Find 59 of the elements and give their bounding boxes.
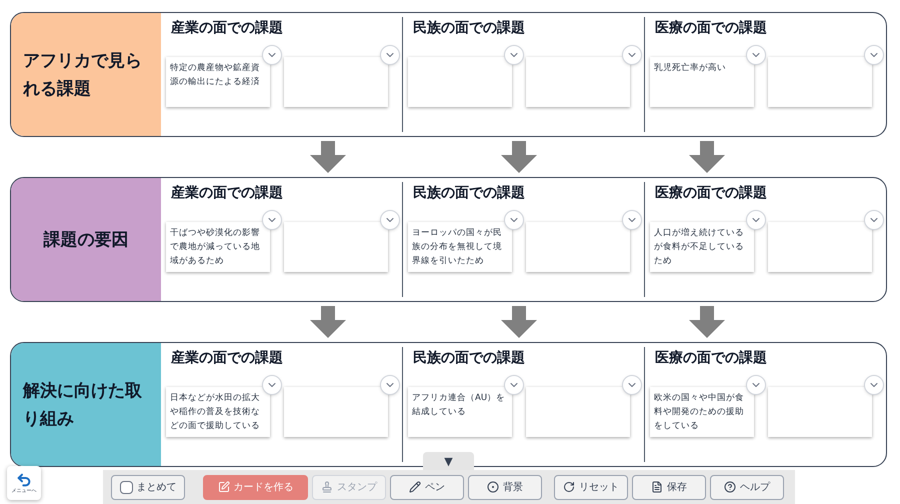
- toolbar-button[interactable]: リセット: [554, 474, 628, 500]
- chevron-down-icon[interactable]: [864, 375, 884, 395]
- column-heading: 産業の面での課題: [170, 348, 283, 368]
- down-arrow-icon: [501, 306, 538, 338]
- toolbar-button[interactable]: ヘルプ: [710, 474, 784, 500]
- note-card[interactable]: 欧米の国々や中国が食料や開発のための援助をしている: [650, 387, 754, 437]
- column-heading: 医療の面での課題: [654, 19, 767, 38]
- column-heading: 民族の面での課題: [412, 19, 525, 38]
- note-card[interactable]: 乳児死亡率が高い: [650, 57, 754, 107]
- column-heading: 民族の面での課題: [412, 349, 525, 368]
- chevron-down-icon[interactable]: [746, 375, 766, 395]
- document-icon: [651, 481, 663, 493]
- note-card[interactable]: アフリカ連合（AU）を結成している: [408, 387, 512, 437]
- reset-icon: [563, 481, 575, 493]
- row-title: 解決に向けた取り組み: [11, 343, 161, 466]
- chevron-down-icon[interactable]: [864, 45, 884, 65]
- chevron-down-icon[interactable]: [622, 45, 642, 65]
- column-heading: 医療の面での課題: [654, 184, 767, 203]
- down-arrow-icon: [501, 141, 538, 173]
- note-card[interactable]: ヨーロッパの国々が民族の分布を無視して境界線を引いたため: [408, 222, 512, 272]
- column-heading: 医療の面での課題: [654, 349, 767, 368]
- note-card[interactable]: 干ばつや砂漠化の影響で農地が減っている地域があるため: [166, 222, 270, 272]
- down-arrow-icon: [688, 141, 725, 173]
- chevron-down-icon[interactable]: [746, 45, 766, 65]
- note-card[interactable]: 特定の農産物や鉱産資源の輸出にたよる経済: [166, 57, 270, 107]
- chevron-down-icon[interactable]: [864, 210, 884, 230]
- down-arrow-icon: [310, 306, 346, 338]
- chevron-down-icon[interactable]: [504, 45, 524, 65]
- chevron-down-icon[interactable]: [622, 375, 642, 395]
- pencil-icon: [409, 481, 421, 493]
- chevron-down-icon[interactable]: [262, 45, 282, 65]
- stamp-icon: [321, 481, 333, 493]
- edit-icon: [218, 481, 230, 493]
- column-heading: 産業の面での課題: [170, 18, 283, 38]
- note-card[interactable]: 日本などが水田の拡大や稲作の普及を技術などの面で援助している: [166, 387, 270, 437]
- column-heading: 民族の面での課題: [412, 184, 525, 203]
- row-title: 課題の要因: [11, 178, 161, 301]
- down-arrow-icon: [310, 141, 346, 173]
- chevron-down-icon[interactable]: [622, 210, 642, 230]
- chevron-down-icon[interactable]: [504, 210, 524, 230]
- column-heading: 産業の面での課題: [170, 184, 283, 203]
- chevron-down-icon[interactable]: [380, 375, 400, 395]
- toolbar-button[interactable]: 保存: [632, 474, 706, 500]
- note-card[interactable]: 人口が増え続けているが食料が不足しているため: [650, 222, 754, 272]
- chevron-down-icon[interactable]: [504, 375, 524, 395]
- chevron-down-icon[interactable]: [262, 375, 282, 395]
- help-icon: [724, 481, 736, 493]
- chevron-down-icon[interactable]: [380, 210, 400, 230]
- toolbar-button[interactable]: ペン: [390, 474, 464, 500]
- chevron-down-icon[interactable]: [380, 45, 400, 65]
- toolbar-button[interactable]: 背景: [468, 474, 542, 500]
- toolbar-button[interactable]: まとめて: [111, 474, 185, 500]
- chevron-down-icon[interactable]: [262, 210, 282, 230]
- back-arrow-icon: [16, 472, 32, 488]
- checkbox[interactable]: [120, 480, 132, 494]
- down-arrow-icon: [688, 306, 725, 338]
- row-title: アフリカで見られる課題: [11, 13, 161, 136]
- panel-toggle-tab[interactable]: ▼: [423, 452, 474, 472]
- chevron-down-icon[interactable]: [746, 210, 766, 230]
